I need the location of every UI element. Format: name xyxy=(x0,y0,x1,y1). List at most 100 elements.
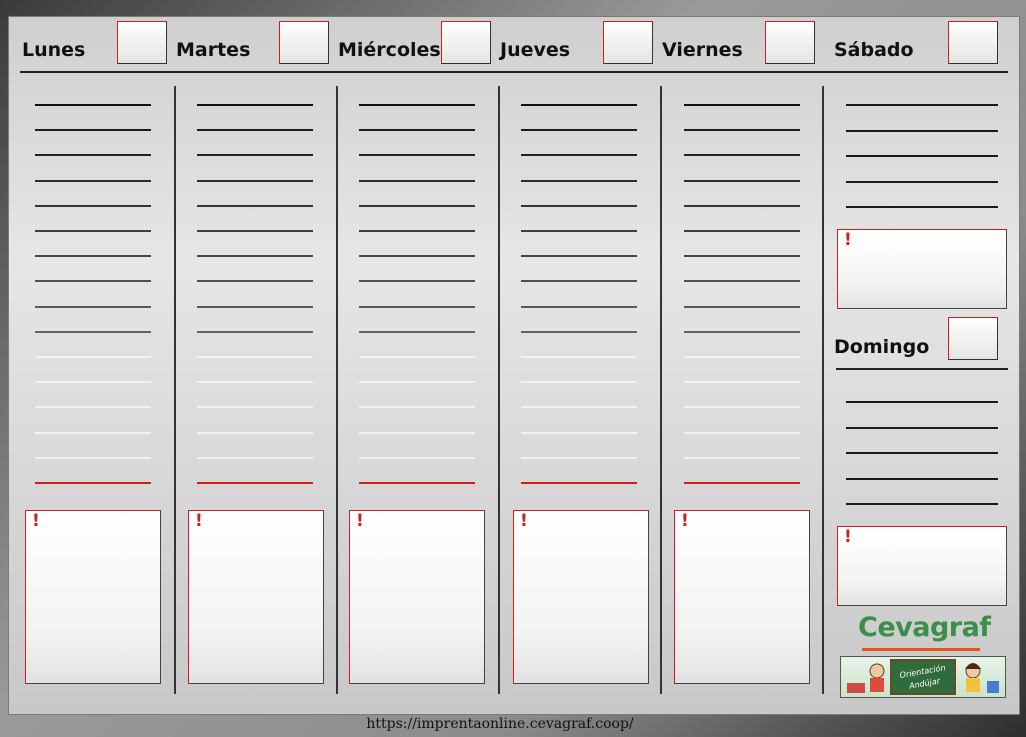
writing-line xyxy=(197,331,313,333)
day-title-miercoles: Miércoles xyxy=(338,39,441,61)
writing-line xyxy=(684,205,800,207)
writing-line xyxy=(35,356,151,358)
check-box-viernes[interactable] xyxy=(765,21,815,64)
writing-line xyxy=(35,104,151,106)
writing-line xyxy=(521,255,637,257)
writing-line xyxy=(521,280,637,282)
writing-line xyxy=(197,255,313,257)
writing-line xyxy=(359,457,475,459)
writing-line xyxy=(359,154,475,156)
writing-line xyxy=(197,180,313,182)
writing-line xyxy=(359,331,475,333)
writing-line xyxy=(521,331,637,333)
writing-line xyxy=(35,306,151,308)
check-box-miercoles[interactable] xyxy=(441,21,491,64)
brand-logo: Cevagraf xyxy=(858,612,991,643)
writing-line xyxy=(684,255,800,257)
day-title-sabado: Sábado xyxy=(834,39,914,61)
writing-line xyxy=(521,306,637,308)
writing-line xyxy=(359,230,475,232)
writing-line xyxy=(846,155,998,157)
writing-line xyxy=(35,280,151,282)
writing-line xyxy=(35,406,151,408)
writing-line xyxy=(359,482,475,484)
brand-banner: Orientación Andújar xyxy=(840,656,1006,698)
writing-line xyxy=(197,356,313,358)
writing-line xyxy=(197,381,313,383)
header-divider xyxy=(20,71,1008,73)
writing-line xyxy=(846,426,998,429)
writing-line xyxy=(846,206,998,208)
note-box-jueves[interactable]: ! xyxy=(513,510,649,684)
writing-line xyxy=(521,482,637,484)
day-title-jueves: Jueves xyxy=(500,39,571,61)
writing-line xyxy=(684,381,800,383)
writing-line xyxy=(521,406,637,408)
brand-logo-underline xyxy=(862,648,980,651)
writing-line xyxy=(684,230,800,232)
note-box-miercoles[interactable]: ! xyxy=(349,510,485,684)
column-divider-2 xyxy=(336,86,338,694)
writing-line xyxy=(35,180,151,182)
writing-line xyxy=(846,129,998,132)
check-box-jueves[interactable] xyxy=(603,21,653,64)
note-box-viernes[interactable]: ! xyxy=(674,510,810,684)
alert-mark-icon: ! xyxy=(32,511,40,531)
writing-line xyxy=(846,180,998,183)
writing-line xyxy=(359,406,475,408)
writing-line xyxy=(35,255,151,257)
writing-line xyxy=(521,129,637,131)
column-divider-1 xyxy=(174,86,176,694)
writing-line xyxy=(684,482,800,484)
footer-url: https://imprentaonline.cevagraf.coop/ xyxy=(366,716,634,732)
writing-line xyxy=(684,129,800,131)
writing-line xyxy=(35,129,151,131)
check-box-lunes[interactable] xyxy=(117,21,167,64)
writing-line xyxy=(359,205,475,207)
writing-line xyxy=(35,381,151,383)
writing-line xyxy=(359,381,475,383)
writing-line xyxy=(197,406,313,408)
writing-line xyxy=(846,503,998,505)
check-box-sabado[interactable] xyxy=(948,21,998,64)
alert-mark-icon: ! xyxy=(356,511,364,531)
writing-line xyxy=(359,104,475,106)
check-box-martes[interactable] xyxy=(279,21,329,64)
writing-line xyxy=(684,457,800,459)
writing-line xyxy=(35,205,151,207)
writing-line xyxy=(846,452,998,454)
writing-line xyxy=(684,406,800,408)
writing-line xyxy=(521,230,637,232)
note-box-martes[interactable]: ! xyxy=(188,510,324,684)
writing-line xyxy=(846,401,998,403)
writing-line xyxy=(684,180,800,182)
writing-line xyxy=(197,306,313,308)
note-box-domingo[interactable]: ! xyxy=(837,526,1007,606)
writing-line xyxy=(684,154,800,156)
writing-line xyxy=(359,129,475,131)
writing-line xyxy=(521,205,637,207)
column-divider-4 xyxy=(660,86,662,694)
day-title-domingo: Domingo xyxy=(834,336,930,358)
writing-line xyxy=(684,306,800,308)
column-divider-3 xyxy=(498,86,500,694)
domingo-divider xyxy=(836,368,1008,370)
writing-line xyxy=(197,482,313,484)
note-box-sabado[interactable]: ! xyxy=(837,229,1007,309)
writing-line xyxy=(521,356,637,358)
note-box-lunes[interactable]: ! xyxy=(25,510,161,684)
writing-line xyxy=(197,104,313,106)
check-box-domingo[interactable] xyxy=(948,317,998,360)
banner-illustration: Orientación Andújar xyxy=(847,659,999,695)
writing-line xyxy=(197,154,313,156)
writing-line xyxy=(359,255,475,257)
day-title-lunes: Lunes xyxy=(22,39,86,61)
writing-line xyxy=(197,205,313,207)
writing-line xyxy=(521,432,637,434)
writing-line xyxy=(359,306,475,308)
writing-line xyxy=(197,432,313,434)
alert-mark-icon: ! xyxy=(681,511,689,531)
writing-line xyxy=(359,356,475,358)
writing-line xyxy=(684,432,800,434)
writing-line xyxy=(521,381,637,383)
